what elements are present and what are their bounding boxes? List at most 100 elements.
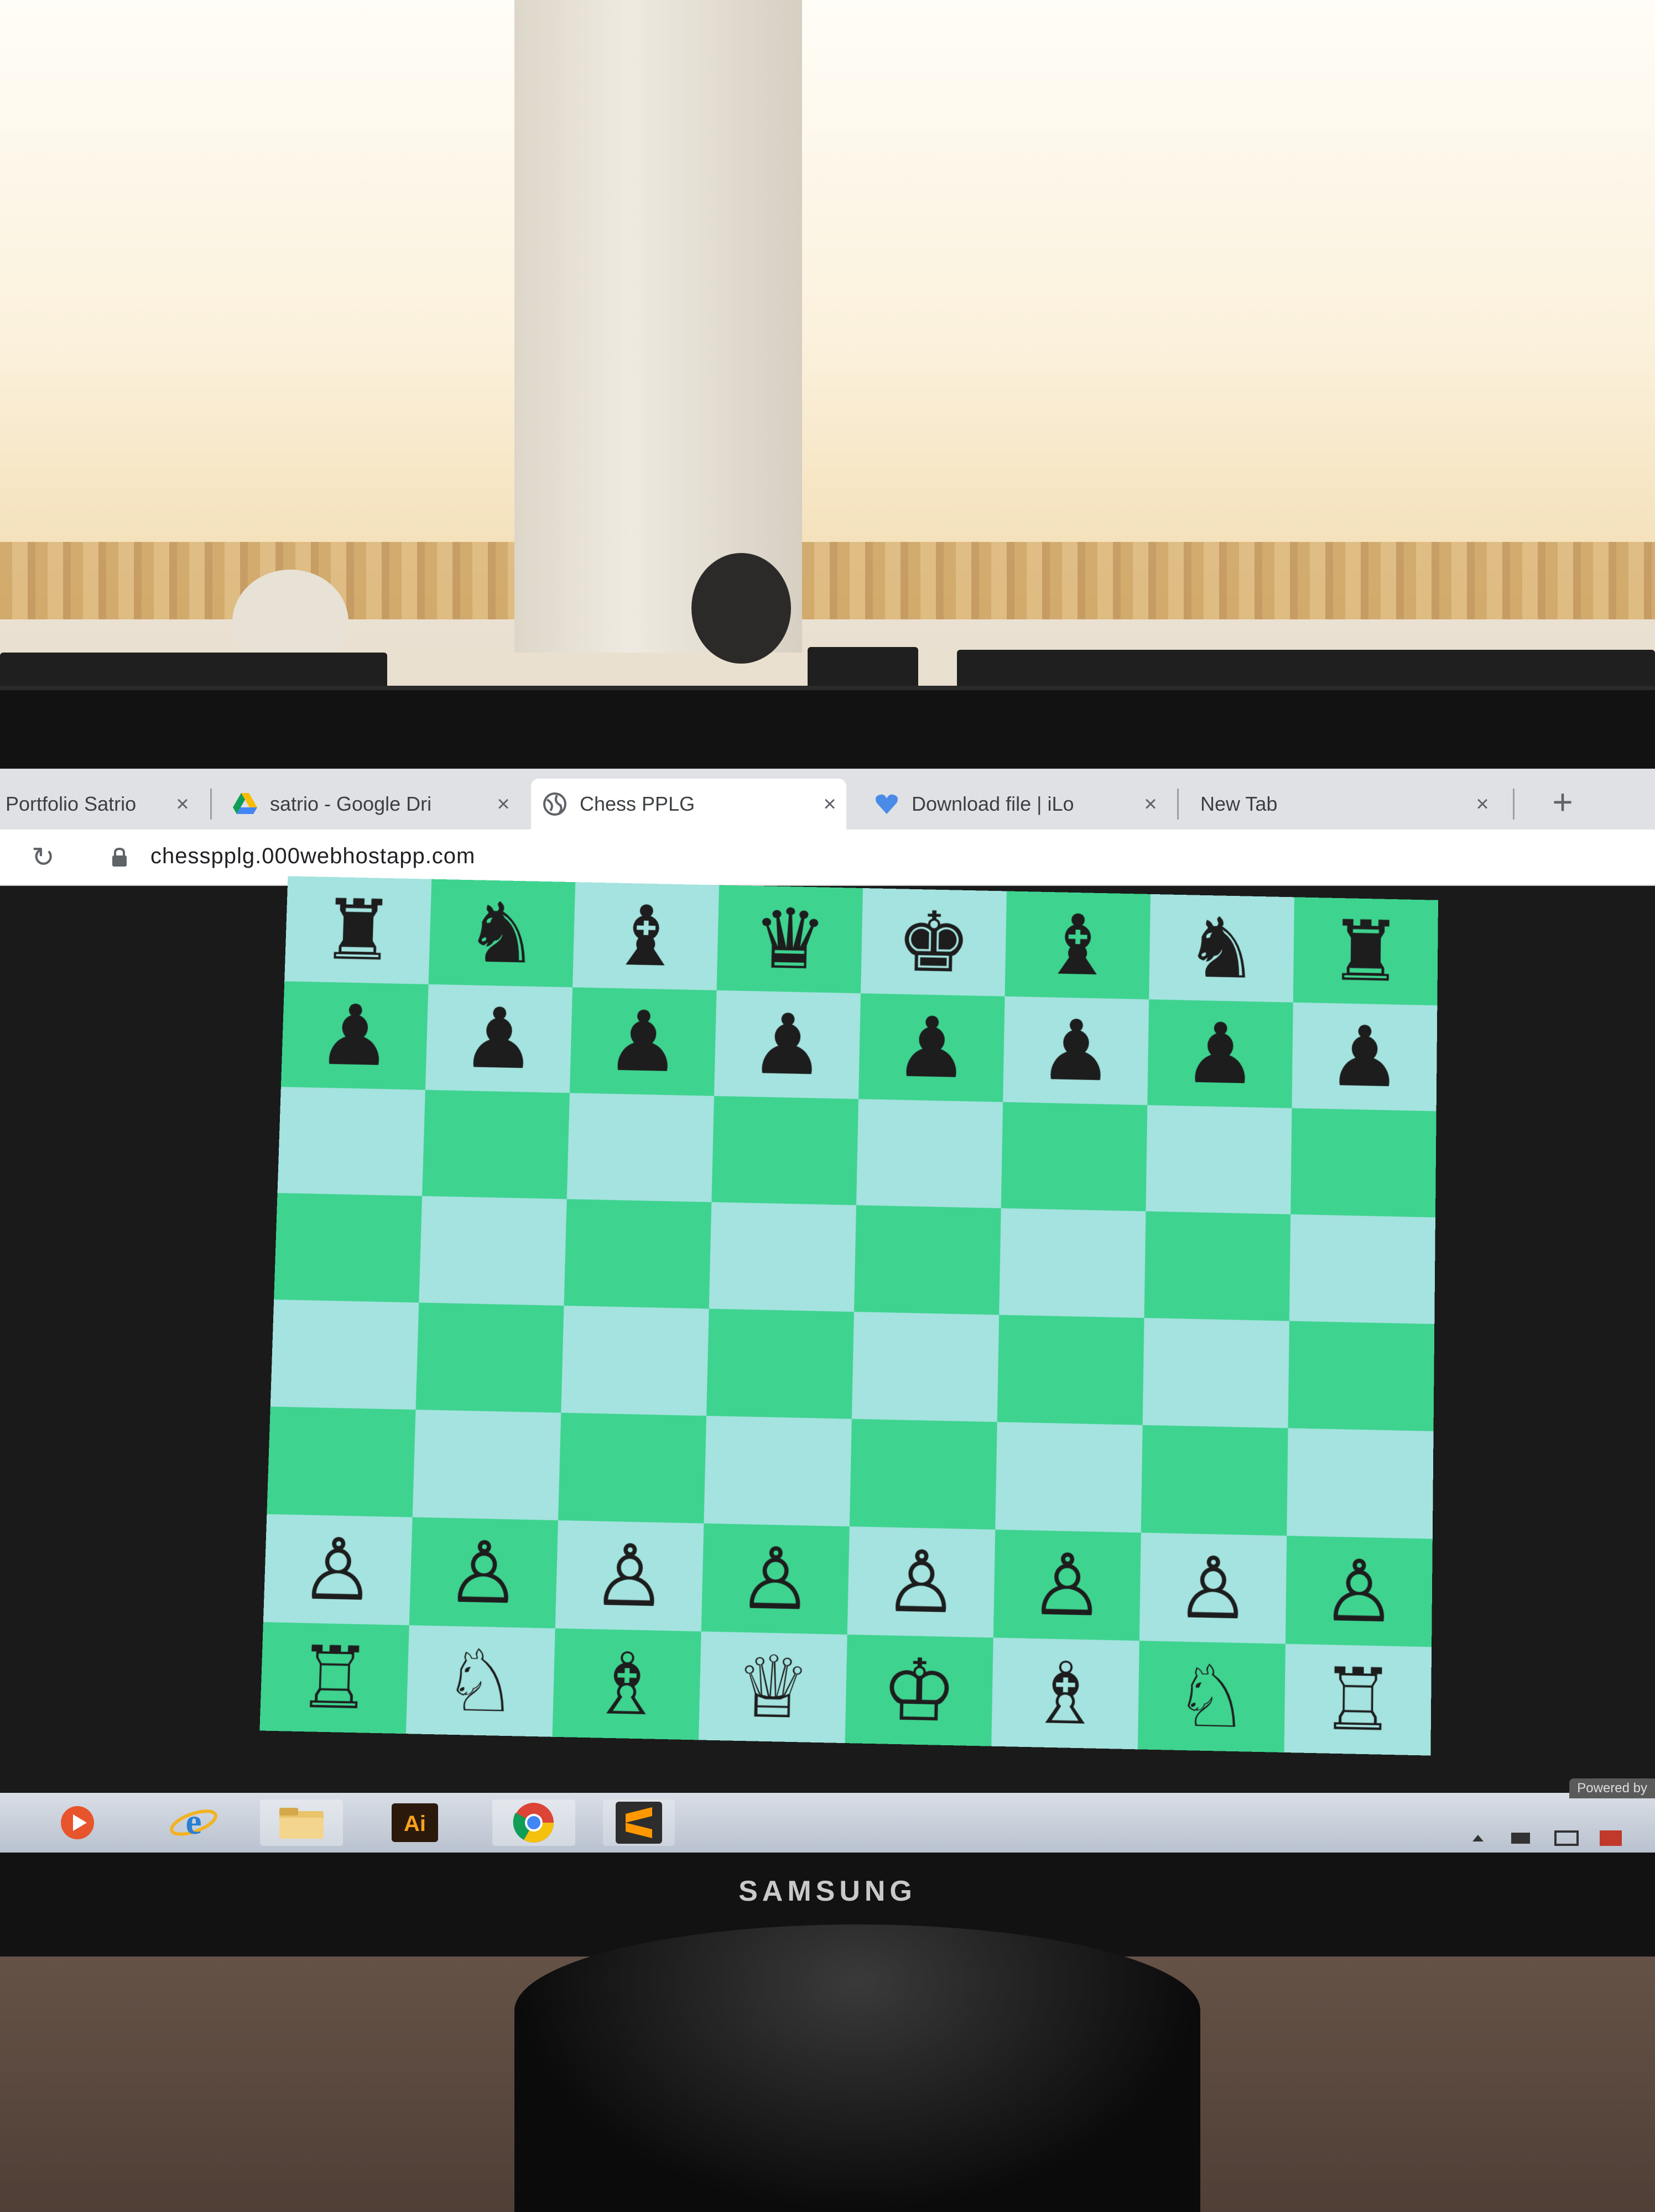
square-d2[interactable]: ♙ xyxy=(701,1523,850,1635)
square-b6[interactable] xyxy=(422,1089,570,1199)
square-d1[interactable]: ♕ xyxy=(698,1631,847,1744)
chess-piece[interactable]: ♟ xyxy=(316,988,393,1083)
chess-piece[interactable]: ♝ xyxy=(1040,898,1116,993)
square-c3[interactable] xyxy=(558,1412,707,1524)
square-b7[interactable]: ♟ xyxy=(425,984,573,1093)
square-g3[interactable] xyxy=(1141,1425,1288,1536)
square-h5[interactable] xyxy=(1289,1214,1435,1324)
system-tray[interactable] xyxy=(1461,1826,1638,1853)
square-f1[interactable]: ♗ xyxy=(991,1637,1139,1750)
chess-piece[interactable]: ♟ xyxy=(460,991,538,1086)
chess-piece[interactable]: ♝ xyxy=(607,889,684,983)
square-b5[interactable] xyxy=(419,1196,567,1306)
square-h3[interactable] xyxy=(1287,1428,1434,1539)
tab-chess-pplg[interactable]: Chess PPLG × xyxy=(531,779,846,830)
square-b8[interactable]: ♞ xyxy=(428,879,576,988)
square-a2[interactable]: ♙ xyxy=(263,1514,413,1625)
chess-piece[interactable]: ♜ xyxy=(1328,904,1403,999)
file-explorer-icon[interactable] xyxy=(260,1799,343,1846)
chess-piece[interactable]: ♚ xyxy=(896,895,972,989)
chess-piece[interactable]: ♙ xyxy=(1175,1540,1252,1637)
square-f7[interactable]: ♟ xyxy=(1003,996,1149,1105)
internet-explorer-icon[interactable]: e xyxy=(160,1799,227,1846)
chess-piece[interactable]: ♟ xyxy=(605,994,681,1089)
square-b4[interactable] xyxy=(415,1302,564,1413)
square-g2[interactable]: ♙ xyxy=(1139,1532,1287,1644)
square-e6[interactable] xyxy=(856,1099,1003,1208)
square-a6[interactable] xyxy=(277,1087,425,1196)
square-a7[interactable]: ♟ xyxy=(280,981,429,1090)
tab-google-drive[interactable]: satrio - Google Dri × xyxy=(221,779,520,830)
chess-piece[interactable]: ♙ xyxy=(737,1530,814,1627)
square-c6[interactable] xyxy=(566,1093,714,1202)
chess-piece[interactable]: ♛ xyxy=(752,892,828,987)
tab-new-tab[interactable]: New Tab × xyxy=(1189,779,1499,830)
square-a4[interactable] xyxy=(270,1299,419,1410)
square-a1[interactable]: ♖ xyxy=(259,1622,409,1734)
square-b3[interactable] xyxy=(412,1410,561,1521)
square-d7[interactable]: ♟ xyxy=(714,990,861,1099)
square-g6[interactable] xyxy=(1146,1105,1292,1214)
square-c4[interactable] xyxy=(561,1306,709,1416)
close-icon[interactable]: × xyxy=(1134,792,1167,817)
square-e5[interactable] xyxy=(853,1205,1001,1315)
square-d6[interactable] xyxy=(711,1095,859,1206)
square-g1[interactable]: ♘ xyxy=(1137,1641,1286,1752)
square-c2[interactable]: ♙ xyxy=(555,1520,704,1632)
chess-piece[interactable]: ♙ xyxy=(883,1533,960,1631)
square-c1[interactable]: ♗ xyxy=(552,1628,701,1740)
chess-piece[interactable]: ♗ xyxy=(1027,1645,1104,1743)
square-f2[interactable]: ♙ xyxy=(993,1529,1141,1641)
chess-piece[interactable]: ♙ xyxy=(1321,1543,1397,1640)
chess-piece[interactable]: ♟ xyxy=(893,1000,970,1095)
square-c8[interactable]: ♝ xyxy=(573,882,720,990)
square-g7[interactable]: ♟ xyxy=(1147,999,1293,1108)
square-b1[interactable]: ♘ xyxy=(405,1625,555,1737)
square-f4[interactable] xyxy=(997,1314,1144,1425)
close-icon[interactable]: × xyxy=(813,792,846,817)
square-h2[interactable]: ♙ xyxy=(1285,1536,1433,1647)
chess-piece[interactable]: ♖ xyxy=(295,1629,374,1726)
square-a5[interactable] xyxy=(274,1193,423,1303)
square-a8[interactable]: ♜ xyxy=(284,876,432,984)
address-bar-url[interactable]: chesspplg.000webhostapp.com xyxy=(150,844,475,869)
square-g8[interactable]: ♞ xyxy=(1149,894,1294,1003)
square-h8[interactable]: ♜ xyxy=(1293,897,1439,1006)
chess-piece[interactable]: ♘ xyxy=(1173,1648,1250,1746)
square-e8[interactable]: ♚ xyxy=(861,888,1007,997)
square-c7[interactable]: ♟ xyxy=(569,987,717,1096)
square-f8[interactable]: ♝ xyxy=(1005,891,1151,1000)
square-g5[interactable] xyxy=(1144,1211,1291,1321)
chess-piece[interactable]: ♞ xyxy=(1184,901,1260,995)
chess-piece[interactable]: ♖ xyxy=(1320,1651,1397,1749)
chess-piece[interactable]: ♗ xyxy=(588,1635,666,1733)
tab-download-file[interactable]: Download file | iLo × xyxy=(863,779,1167,830)
chrome-icon[interactable] xyxy=(492,1799,575,1846)
chess-piece[interactable]: ♔ xyxy=(881,1641,958,1739)
new-tab-button[interactable]: + xyxy=(1543,780,1582,824)
chess-piece[interactable]: ♙ xyxy=(299,1521,377,1619)
chess-piece[interactable]: ♞ xyxy=(464,886,540,980)
media-player-icon[interactable] xyxy=(44,1799,111,1846)
sublime-text-icon[interactable] xyxy=(603,1799,675,1846)
tab-portfolio[interactable]: Portfolio Satrio × xyxy=(0,779,199,830)
square-h4[interactable] xyxy=(1288,1321,1435,1432)
square-f6[interactable] xyxy=(1001,1102,1148,1212)
square-h7[interactable]: ♟ xyxy=(1292,1002,1438,1112)
chess-piece[interactable]: ♙ xyxy=(445,1524,523,1621)
square-c5[interactable] xyxy=(564,1199,712,1309)
close-icon[interactable]: × xyxy=(1466,792,1499,817)
square-g4[interactable] xyxy=(1142,1318,1289,1428)
chess-piece[interactable]: ♜ xyxy=(319,883,397,978)
square-d5[interactable] xyxy=(709,1202,856,1312)
square-h1[interactable]: ♖ xyxy=(1284,1644,1432,1756)
square-d8[interactable]: ♛ xyxy=(716,885,863,994)
chess-piece[interactable]: ♙ xyxy=(591,1527,669,1625)
chess-piece[interactable]: ♙ xyxy=(1029,1537,1106,1634)
close-icon[interactable]: × xyxy=(487,792,520,817)
square-a3[interactable] xyxy=(267,1406,416,1517)
lock-icon[interactable] xyxy=(111,847,128,867)
square-f3[interactable] xyxy=(995,1422,1143,1533)
illustrator-icon[interactable]: Ai xyxy=(382,1799,448,1846)
square-d4[interactable] xyxy=(706,1308,854,1419)
